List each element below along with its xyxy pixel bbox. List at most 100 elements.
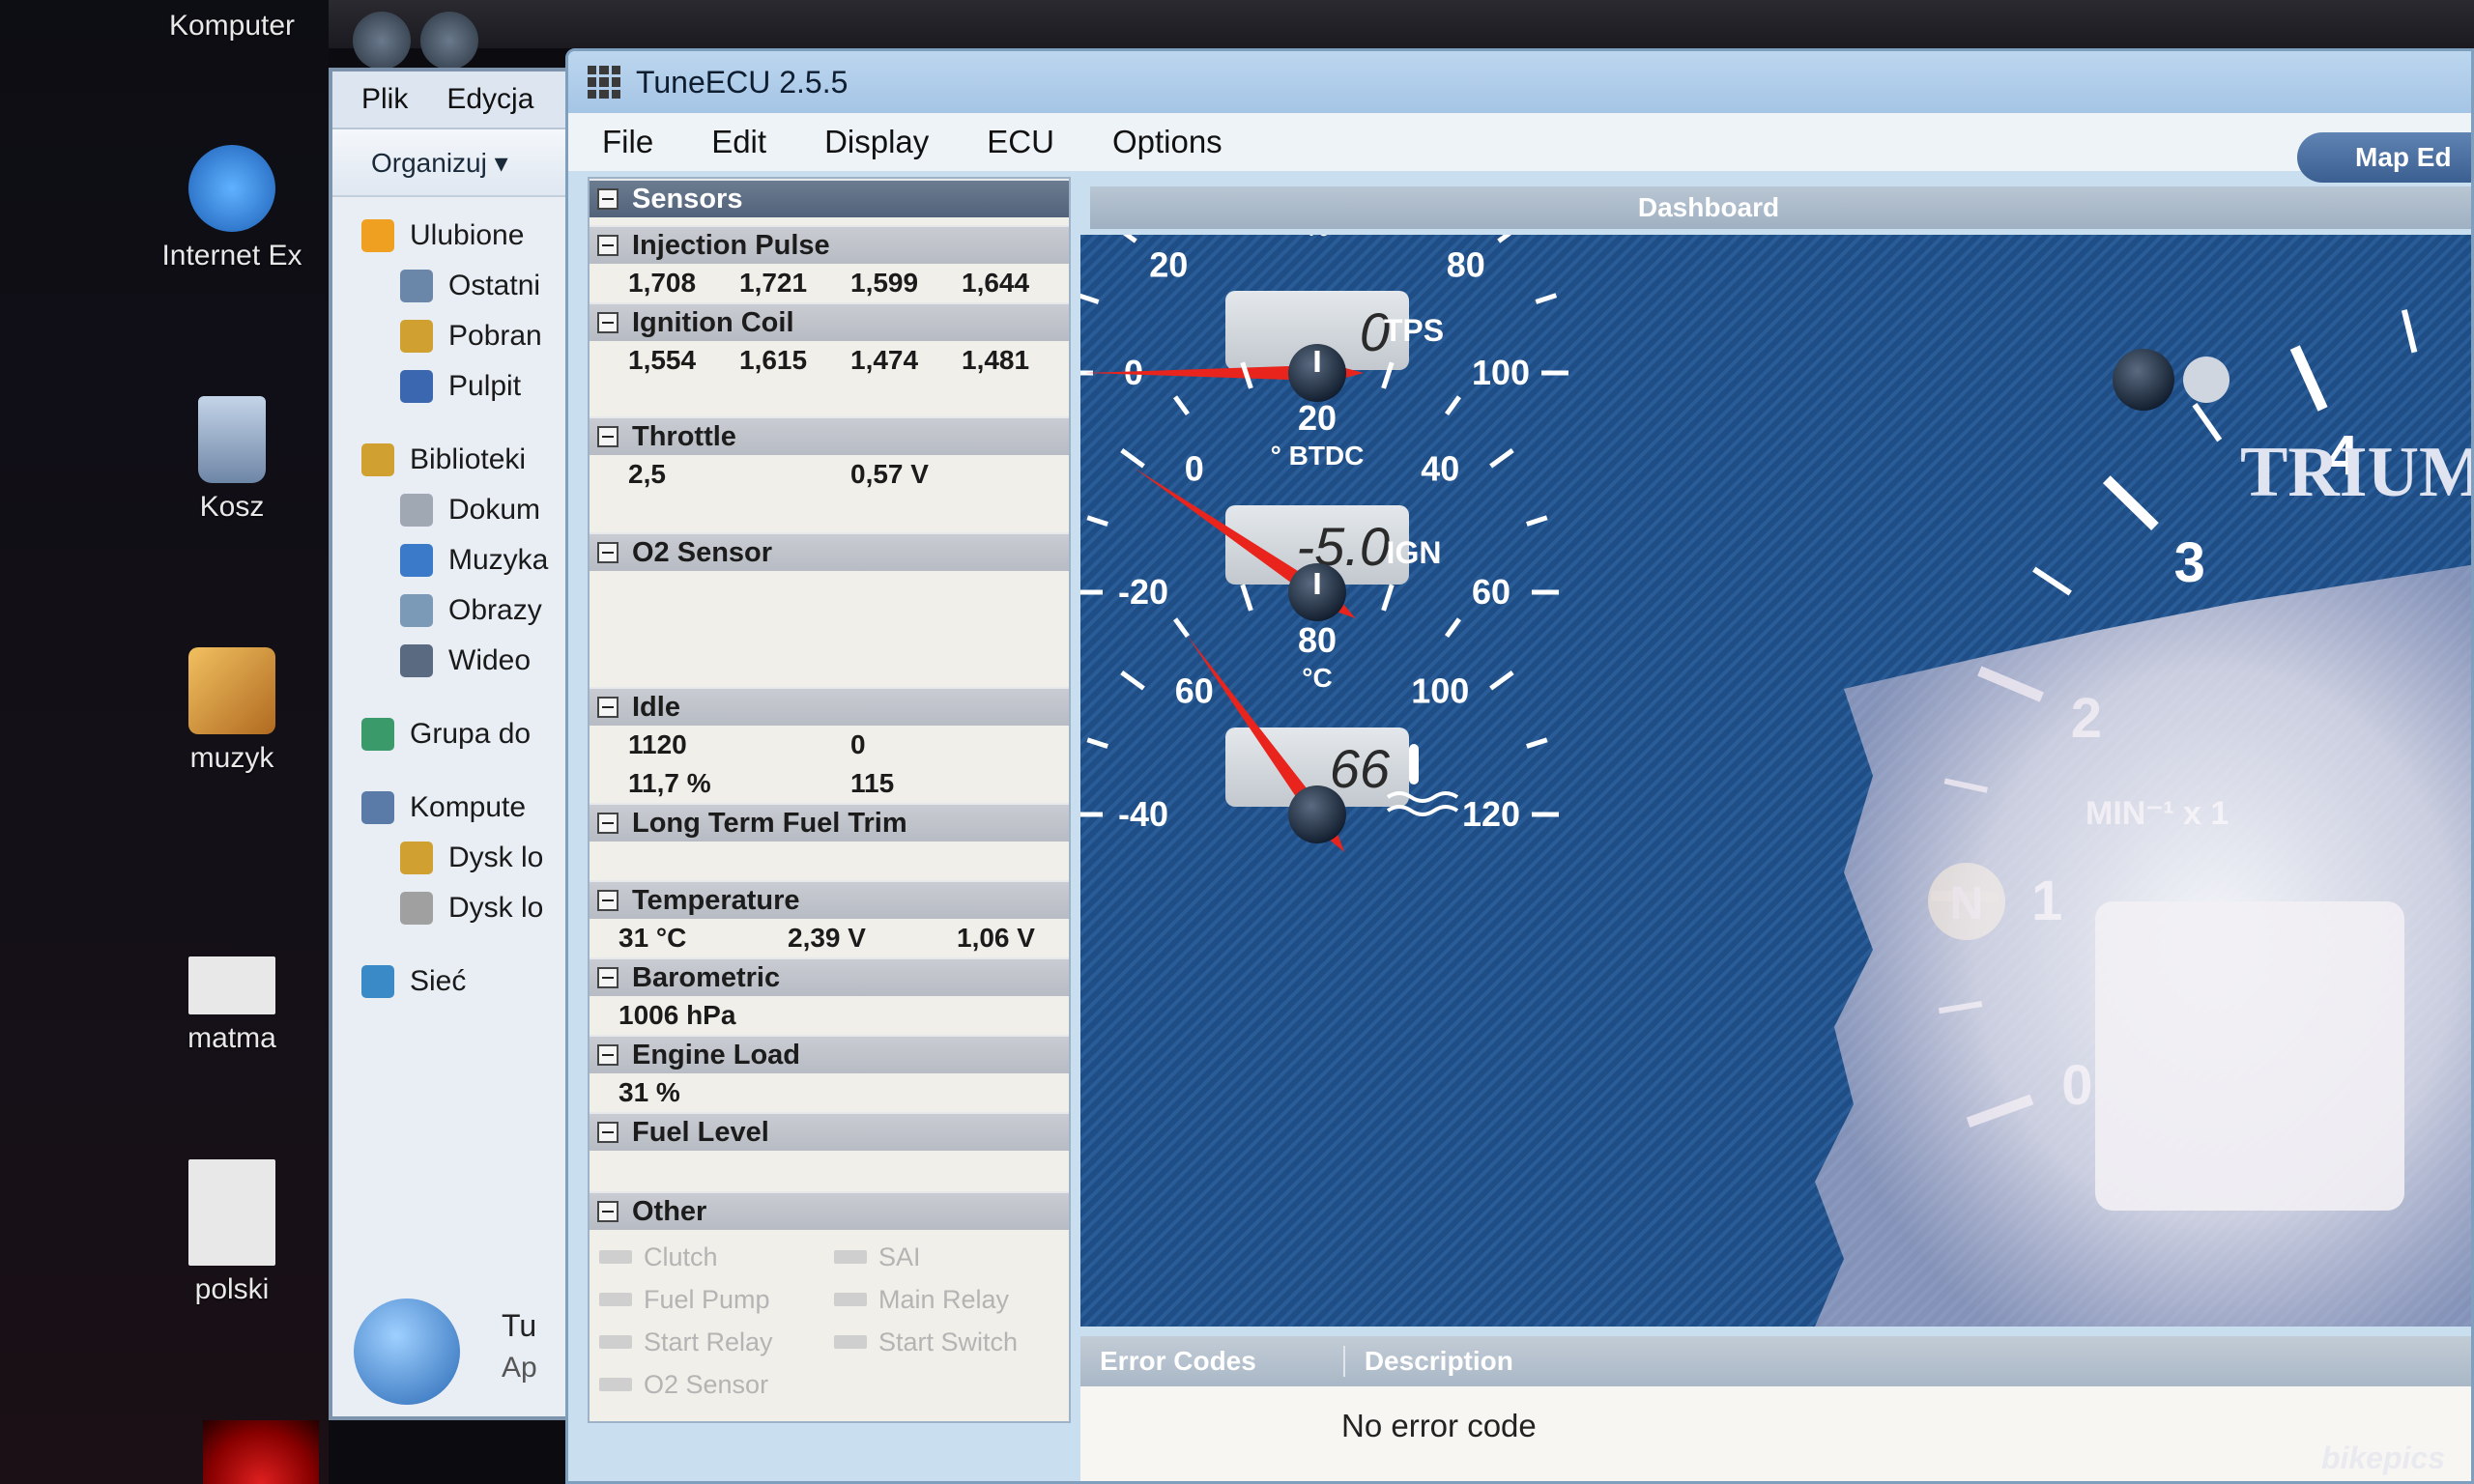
other-header[interactable]: Other xyxy=(590,1191,1069,1230)
folder-icon xyxy=(400,494,433,527)
nav-item-5[interactable]: Dokum xyxy=(361,485,586,535)
folder-icon xyxy=(361,219,394,252)
temp-tick-label: 120 xyxy=(1462,794,1520,834)
desktop-icon-internet-explorer[interactable]: Internet Ex xyxy=(145,145,319,272)
collapse-icon xyxy=(597,1122,618,1143)
desktop-icon-komputer[interactable]: Komputer xyxy=(145,10,319,43)
recycle-bin-icon xyxy=(198,396,266,483)
idle-rpm: 1120 xyxy=(628,729,687,759)
indicator-label: Start Relay xyxy=(644,1327,773,1356)
nav-item-4[interactable]: Biblioteki xyxy=(361,435,586,485)
description-column[interactable]: Description xyxy=(1342,1346,1513,1377)
desktop-icon-label: polski xyxy=(194,1273,270,1305)
desktop-icon-kosz[interactable]: Kosz xyxy=(145,396,319,524)
collapse-icon xyxy=(597,967,618,988)
indicator-label: Start Switch xyxy=(878,1327,1019,1356)
nav-item-label: Kompute xyxy=(410,791,527,823)
injection-pulse-header[interactable]: Injection Pulse xyxy=(590,225,1069,264)
nav-item-7[interactable]: Obrazy xyxy=(361,585,586,636)
nav-item-11[interactable]: Dysk lo xyxy=(361,833,586,883)
forward-icon[interactable] xyxy=(420,12,478,70)
nav-item-2[interactable]: Pobran xyxy=(361,311,586,361)
ignition-coil-label: Ignition Coil xyxy=(632,306,794,338)
fan-icon xyxy=(2183,357,2229,403)
nav-item-6[interactable]: Muzyka xyxy=(361,535,586,585)
nav-item-9[interactable]: Grupa do xyxy=(361,709,586,759)
dashboard-gauges: 020406080100%0TPS-200204060° BTDC-5.0IGN… xyxy=(1080,235,2474,1327)
indicator-led xyxy=(599,1378,632,1391)
ignition-coil-1: 1,554 xyxy=(628,345,697,375)
o2-sensor-header[interactable]: O2 Sensor xyxy=(590,532,1069,571)
brand-logo: TRIUM xyxy=(2240,433,2474,512)
organize-button[interactable]: Organizuj ▾ xyxy=(332,129,586,197)
temp-tick-label: 60 xyxy=(1175,671,1214,711)
taskbar-app-icon[interactable] xyxy=(203,1420,319,1484)
document-icon xyxy=(188,956,275,1014)
nav-item-1[interactable]: Ostatni xyxy=(361,261,586,311)
indicator-o2-sensor: O2 Sensor xyxy=(599,1367,834,1402)
indicator-led xyxy=(599,1250,632,1264)
nav-item-0[interactable]: Ulubione xyxy=(361,211,586,261)
screen: Komputer Internet Ex Kosz muzyk matma po… xyxy=(0,0,2474,1484)
indicator-label: SAI xyxy=(878,1241,921,1271)
engine-load-value: 31 % xyxy=(618,1077,680,1107)
map-editor-button[interactable]: Map Ed xyxy=(2297,132,2471,183)
temp-lcd-value: 66 xyxy=(1330,738,1391,799)
tuneecu-thumbnail-icon[interactable] xyxy=(354,1298,460,1405)
collapse-icon xyxy=(597,890,618,911)
ign-tick-label: 0 xyxy=(1185,449,1204,489)
long-term-fuel-trim-header[interactable]: Long Term Fuel Trim xyxy=(590,803,1069,842)
temperature-header[interactable]: Temperature xyxy=(590,880,1069,919)
indicator-start-switch: Start Switch xyxy=(834,1325,1069,1359)
collapse-icon xyxy=(597,188,618,210)
nav-item-10[interactable]: Kompute xyxy=(361,783,586,833)
idle-percent: 11,7 % xyxy=(628,768,711,798)
background-window-strip xyxy=(329,0,2474,70)
document-icon xyxy=(188,1159,275,1266)
temperature-values: 31 °C 2,39 V 1,06 V xyxy=(590,919,1069,957)
nav-item-label: Sieć xyxy=(410,965,467,997)
idle-label: Idle xyxy=(632,691,680,723)
error-codes-column[interactable]: Error Codes xyxy=(1080,1346,1256,1377)
dashboard-panel: 020406080100%0TPS-200204060° BTDC-5.0IGN… xyxy=(1080,235,2474,1327)
explorer-nav-pane: Ulubione Ostatni Pobran Pulpit Biblioteki Dok… xyxy=(332,197,586,1007)
collapse-icon xyxy=(597,1201,618,1222)
tuneecu-app-icon xyxy=(588,66,620,99)
desktop-icon-matma[interactable]: matma xyxy=(145,956,319,1055)
desktop-icon-label: Kosz xyxy=(199,491,265,523)
barometric-header[interactable]: Barometric xyxy=(590,957,1069,996)
explorer-menu-edycja[interactable]: Edycja xyxy=(446,83,533,116)
indicator-sai: SAI xyxy=(834,1240,1069,1274)
idle-header[interactable]: Idle xyxy=(590,687,1069,726)
tuneecu-window: TuneECU 2.5.5 File Edit Display ECU Opti… xyxy=(565,48,2474,1484)
engine-load-header[interactable]: Engine Load xyxy=(590,1035,1069,1073)
sensors-header[interactable]: Sensors xyxy=(590,179,1069,217)
explorer-menu-plik[interactable]: Plik xyxy=(361,83,408,116)
menu-edit[interactable]: Edit xyxy=(711,124,766,160)
long-term-fuel-trim-label: Long Term Fuel Trim xyxy=(632,807,907,839)
menu-options[interactable]: Options xyxy=(1112,124,1223,160)
desktop-icon-polski[interactable]: polski xyxy=(145,1159,319,1306)
ignition-coil-header[interactable]: Ignition Coil xyxy=(590,302,1069,341)
nav-item-12[interactable]: Dysk lo xyxy=(361,883,586,933)
collapse-icon xyxy=(597,312,618,333)
menu-ecu[interactable]: ECU xyxy=(987,124,1054,160)
nav-item-3[interactable]: Pulpit xyxy=(361,361,586,412)
injection-pulse-4: 1,644 xyxy=(962,268,1030,298)
indicator-led xyxy=(834,1335,867,1349)
fuel-level-header[interactable]: Fuel Level xyxy=(590,1112,1069,1151)
folder-icon xyxy=(400,892,433,925)
tps-tick-label: 80 xyxy=(1447,244,1485,284)
back-icon[interactable] xyxy=(353,12,411,70)
desktop-icon-muzyka[interactable]: muzyk xyxy=(145,647,319,775)
indicator-led xyxy=(599,1293,632,1306)
menu-file[interactable]: File xyxy=(602,124,653,160)
throttle-header[interactable]: Throttle xyxy=(590,416,1069,455)
long-term-fuel-trim-body xyxy=(590,842,1069,880)
ignition-coil-3: 1,474 xyxy=(850,345,919,375)
nav-item-8[interactable]: Wideo xyxy=(361,636,586,686)
barometric-value: 1006 hPa xyxy=(618,1000,736,1030)
nav-item-13[interactable]: Sieć xyxy=(361,956,586,1007)
menu-display[interactable]: Display xyxy=(824,124,929,160)
idle-value-b: 0 xyxy=(850,729,866,759)
